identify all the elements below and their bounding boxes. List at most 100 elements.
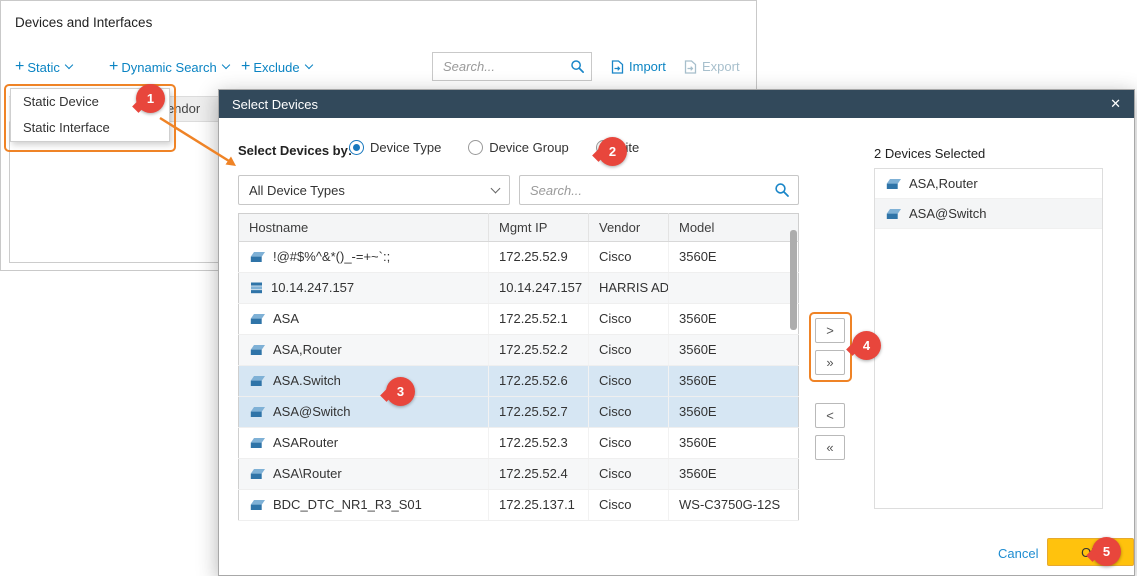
table-row[interactable]: 10.14.247.15710.14.247.157HARRIS AD... [239, 273, 799, 304]
exclude-button-label: Exclude [253, 60, 299, 75]
table-scrollbar[interactable] [790, 230, 797, 330]
chevron-down-icon [491, 183, 501, 193]
search-icon[interactable] [570, 59, 585, 74]
callout-badge-1: 1 [136, 84, 165, 113]
device-table: Hostname Mgmt IP Vendor Model !@#$%^&*()… [238, 213, 799, 521]
radio-icon [468, 140, 483, 155]
switch-device-icon [249, 468, 266, 480]
table-row[interactable]: ASA@Switch 172.25.52.7Cisco3560E [239, 397, 799, 428]
radio-icon [349, 140, 364, 155]
modal-header: Select Devices ✕ [219, 90, 1134, 118]
selected-devices-list: ASA,Router ASA@Switch [874, 168, 1103, 509]
mgmt-ip-cell: 172.25.52.3 [489, 428, 589, 459]
model-cell: 3560E [669, 366, 799, 397]
radio-device-type[interactable]: Device Type [349, 140, 441, 155]
vendor-cell: Cisco [589, 397, 669, 428]
search-icon[interactable] [774, 182, 790, 198]
mgmt-ip-cell: 172.25.137.1 [489, 490, 589, 521]
switch-device-icon [249, 313, 266, 325]
plus-icon: + [109, 59, 118, 75]
export-icon [684, 60, 697, 74]
panel-title: Devices and Interfaces [15, 15, 152, 30]
mgmt-ip-cell: 172.25.52.7 [489, 397, 589, 428]
callout-badge-2: 2 [598, 137, 627, 166]
mgmt-ip-cell: 172.25.52.1 [489, 304, 589, 335]
selected-device-item[interactable]: ASA@Switch [875, 199, 1102, 229]
close-icon[interactable]: ✕ [1110, 96, 1121, 112]
model-cell: 3560E [669, 459, 799, 490]
table-row[interactable]: ASA.Switch172.25.52.6Cisco3560E [239, 366, 799, 397]
dynamic-search-button-label: Dynamic Search [121, 60, 216, 75]
server-device-icon [249, 282, 264, 294]
import-icon [611, 60, 624, 74]
hostname-label: ASA,Router [273, 342, 342, 357]
add-exclude-button[interactable]: + Exclude [241, 59, 312, 75]
selected-device-label: ASA,Router [909, 176, 978, 191]
hostname-cell: ASA,Router [239, 335, 489, 366]
column-header-vendor[interactable]: Vendor [589, 214, 669, 242]
modal-search [519, 175, 799, 205]
column-header-model[interactable]: Model [669, 214, 799, 242]
import-button-label: Import [629, 59, 666, 74]
switch-device-icon [249, 499, 266, 511]
radio-device-group[interactable]: Device Group [468, 140, 568, 155]
table-row[interactable]: BDC_DTC_NR1_R3_S01172.25.137.1CiscoWS-C3… [239, 490, 799, 521]
panel-search-input[interactable] [433, 59, 570, 74]
hostname-cell: ASA.Switch [239, 366, 489, 397]
column-header-hostname[interactable]: Hostname [239, 214, 489, 242]
device-type-dropdown[interactable]: All Device Types [238, 175, 510, 205]
callout-badge-5: 5 [1092, 537, 1121, 566]
vendor-cell: HARRIS AD... [589, 273, 669, 304]
mgmt-ip-cell: 172.25.52.9 [489, 242, 589, 273]
table-row[interactable]: ASA,Router172.25.52.2Cisco3560E [239, 335, 799, 366]
column-header-mgmt-ip[interactable]: Mgmt IP [489, 214, 589, 242]
plus-icon: + [15, 59, 24, 75]
model-cell: WS-C3750G-12S [669, 490, 799, 521]
hostname-label: 10.14.247.157 [271, 280, 354, 295]
model-cell: 3560E [669, 397, 799, 428]
cancel-button[interactable]: Cancel [998, 546, 1038, 561]
modal-search-input[interactable] [520, 183, 774, 198]
switch-device-icon [249, 375, 266, 387]
add-dynamic-search-button[interactable]: + Dynamic Search [109, 59, 229, 75]
add-all-button[interactable]: » [815, 350, 845, 375]
device-list-empty [9, 122, 240, 263]
chevron-down-icon [221, 61, 229, 69]
add-static-button[interactable]: + Static [15, 59, 72, 75]
hostname-cell: BDC_DTC_NR1_R3_S01 [239, 490, 489, 521]
vendor-cell: Cisco [589, 428, 669, 459]
mgmt-ip-cell: 10.14.247.157 [489, 273, 589, 304]
import-button[interactable]: Import [611, 59, 666, 74]
model-cell [669, 273, 799, 304]
model-cell: 3560E [669, 242, 799, 273]
menu-item-static-interface[interactable]: Static Interface [11, 115, 169, 141]
callout-badge-4: 4 [852, 331, 881, 360]
table-row[interactable]: ASA\Router172.25.52.4Cisco3560E [239, 459, 799, 490]
hostname-label: !@#$%^&*()_-=+~`:; [273, 249, 390, 264]
radio-label: Device Group [489, 140, 568, 155]
hostname-label: ASA\Router [273, 466, 342, 481]
hostname-cell: ASA@Switch [239, 397, 489, 428]
switch-device-icon [249, 251, 266, 263]
export-button[interactable]: Export [684, 59, 740, 74]
table-row[interactable]: ASA172.25.52.1Cisco3560E [239, 304, 799, 335]
remove-all-button[interactable]: « [815, 435, 845, 460]
selected-count-label: 2 Devices Selected [874, 146, 985, 161]
add-button[interactable]: > [815, 318, 845, 343]
hostname-cell: 10.14.247.157 [239, 273, 489, 304]
vendor-cell: Cisco [589, 304, 669, 335]
vendor-cell: Cisco [589, 490, 669, 521]
chevron-down-icon [65, 61, 73, 69]
selected-device-item[interactable]: ASA,Router [875, 169, 1102, 199]
hostname-label: ASA [273, 311, 299, 326]
remove-button[interactable]: < [815, 403, 845, 428]
hostname-label: ASARouter [273, 435, 338, 450]
table-row[interactable]: !@#$%^&*()_-=+~`:;172.25.52.9Cisco3560E [239, 242, 799, 273]
mgmt-ip-cell: 172.25.52.6 [489, 366, 589, 397]
hostname-label: ASA@Switch [273, 404, 351, 419]
callout-badge-3: 3 [386, 377, 415, 406]
hostname-label: ASA.Switch [273, 373, 341, 388]
mgmt-ip-cell: 172.25.52.2 [489, 335, 589, 366]
model-cell: 3560E [669, 335, 799, 366]
table-row[interactable]: ASARouter172.25.52.3Cisco3560E [239, 428, 799, 459]
